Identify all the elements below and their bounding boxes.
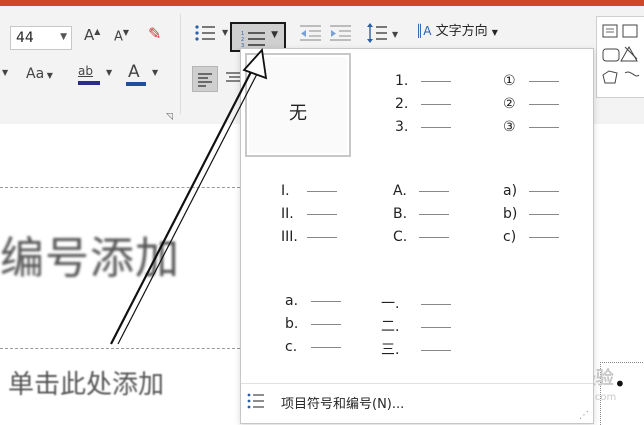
ribbon-separator: [180, 14, 181, 114]
sample-line: [421, 126, 451, 128]
numbering-option-lower-alpha-paren[interactable]: a) b) c): [503, 183, 611, 287]
subtitle-placeholder[interactable]: 单击此处添加: [8, 364, 164, 401]
font-size-value: 44: [16, 30, 34, 46]
sample-line: [529, 126, 559, 128]
dialog-launcher-icon[interactable]: ◹: [166, 112, 173, 122]
list-marker: C.: [393, 229, 408, 245]
chevron-down-icon[interactable]: ▼: [392, 30, 398, 39]
line-spacing-icon[interactable]: [366, 22, 388, 44]
numbering-option-none[interactable]: 无: [245, 53, 351, 157]
chevron-down-icon[interactable]: ▼: [60, 32, 67, 42]
bullets-icon[interactable]: [194, 24, 216, 42]
numbering-option-upper-alpha[interactable]: A. B. C.: [393, 183, 501, 287]
sample-line: [307, 190, 337, 192]
sample-line: [311, 300, 341, 302]
align-left-button[interactable]: [192, 66, 218, 92]
list-marker: 2.: [395, 96, 409, 112]
numbering-icon: 1 2 3: [241, 31, 265, 47]
title-placeholder[interactable]: 编号添加: [0, 222, 180, 286]
sample-line: [421, 103, 451, 105]
list-marker: 一.: [381, 296, 400, 312]
list-marker: ①: [503, 73, 516, 89]
sample-line: [421, 326, 451, 328]
numbering-option-roman[interactable]: I. II. III.: [281, 183, 389, 287]
list-marker: a.: [285, 293, 299, 309]
none-label: 无: [289, 103, 307, 124]
sample-line: [421, 303, 451, 305]
list-marker: a): [503, 183, 518, 199]
text-direction-button[interactable]: ║A 文字方向 ▼: [416, 20, 498, 39]
sample-line: [419, 236, 449, 238]
highlight-color-bar: [78, 81, 100, 85]
highlight-button[interactable]: ab: [78, 64, 93, 78]
sample-line: [419, 213, 449, 215]
list-marker: B.: [393, 206, 408, 222]
chevron-down-icon: ▼: [491, 28, 498, 37]
text-direction-icon: ║A: [416, 24, 432, 38]
list-marker: ②: [503, 96, 516, 112]
chevron-down-icon[interactable]: ▼: [152, 68, 158, 77]
menu-item-label: 项目符号和编号(N)...: [281, 397, 405, 412]
list-marker: 二.: [381, 319, 400, 335]
list-icon: [247, 393, 264, 409]
svg-text:3: 3: [241, 43, 244, 47]
chevron-down-icon[interactable]: ▼: [271, 30, 278, 40]
font-color-button[interactable]: A: [128, 62, 140, 82]
menu-separator: [241, 383, 593, 384]
increase-indent-icon[interactable]: [330, 24, 352, 42]
list-marker: 3.: [395, 119, 409, 135]
placeholder-border: [0, 348, 240, 349]
decrease-indent-icon[interactable]: [300, 24, 322, 42]
sample-line: [311, 346, 341, 348]
change-case-button[interactable]: Aa ▼: [26, 66, 53, 82]
sample-line: [529, 213, 559, 215]
sample-line: [529, 80, 559, 82]
numbering-gallery: 无 1. 2. 3. ① ② ③ I. II. III. A. B. C. a)…: [240, 48, 594, 424]
list-marker: 三.: [381, 342, 400, 358]
list-marker: I.: [281, 183, 290, 199]
chevron-down-icon[interactable]: ▼: [2, 68, 8, 77]
chevron-down-icon[interactable]: ▼: [222, 28, 228, 37]
list-marker: c.: [285, 339, 298, 355]
resize-grip-icon[interactable]: ⋰: [579, 410, 589, 421]
numbering-option-arabic[interactable]: 1. 2. 3.: [395, 73, 503, 177]
list-marker: b): [503, 206, 518, 222]
list-marker: 1.: [395, 73, 409, 89]
font-size-box[interactable]: 44 ▼: [10, 26, 72, 50]
align-left-icon: [198, 73, 212, 87]
numbering-option-lower-alpha[interactable]: a. b. c.: [285, 293, 393, 397]
sample-line: [529, 190, 559, 192]
grow-font-button[interactable]: A▲: [84, 26, 100, 44]
numbering-option-circled[interactable]: ① ② ③: [503, 73, 611, 177]
list-marker: A.: [393, 183, 407, 199]
shrink-font-button[interactable]: A▼: [114, 28, 129, 44]
list-marker: b.: [285, 316, 299, 332]
sample-line: [421, 80, 451, 82]
bullets-and-numbering-menu-item[interactable]: 项目符号和编号(N)...: [247, 391, 577, 413]
list-marker: II.: [281, 206, 294, 222]
sample-line: [421, 349, 451, 351]
sample-line: [419, 190, 449, 192]
sample-line: [529, 236, 559, 238]
list-marker: c): [503, 229, 517, 245]
list-marker: III.: [281, 229, 298, 245]
sample-line: [307, 213, 337, 215]
list-marker: ③: [503, 119, 516, 135]
chevron-down-icon[interactable]: ▼: [106, 68, 112, 77]
sample-line: [307, 236, 337, 238]
font-color-bar: [126, 82, 146, 86]
align-center-icon[interactable]: [226, 70, 240, 88]
sample-line: [529, 103, 559, 105]
clear-format-icon[interactable]: ✎: [148, 24, 161, 43]
numbering-option-chinese[interactable]: 一. 二. 三.: [381, 293, 489, 397]
placeholder-border: [0, 187, 240, 188]
sample-line: [311, 323, 341, 325]
